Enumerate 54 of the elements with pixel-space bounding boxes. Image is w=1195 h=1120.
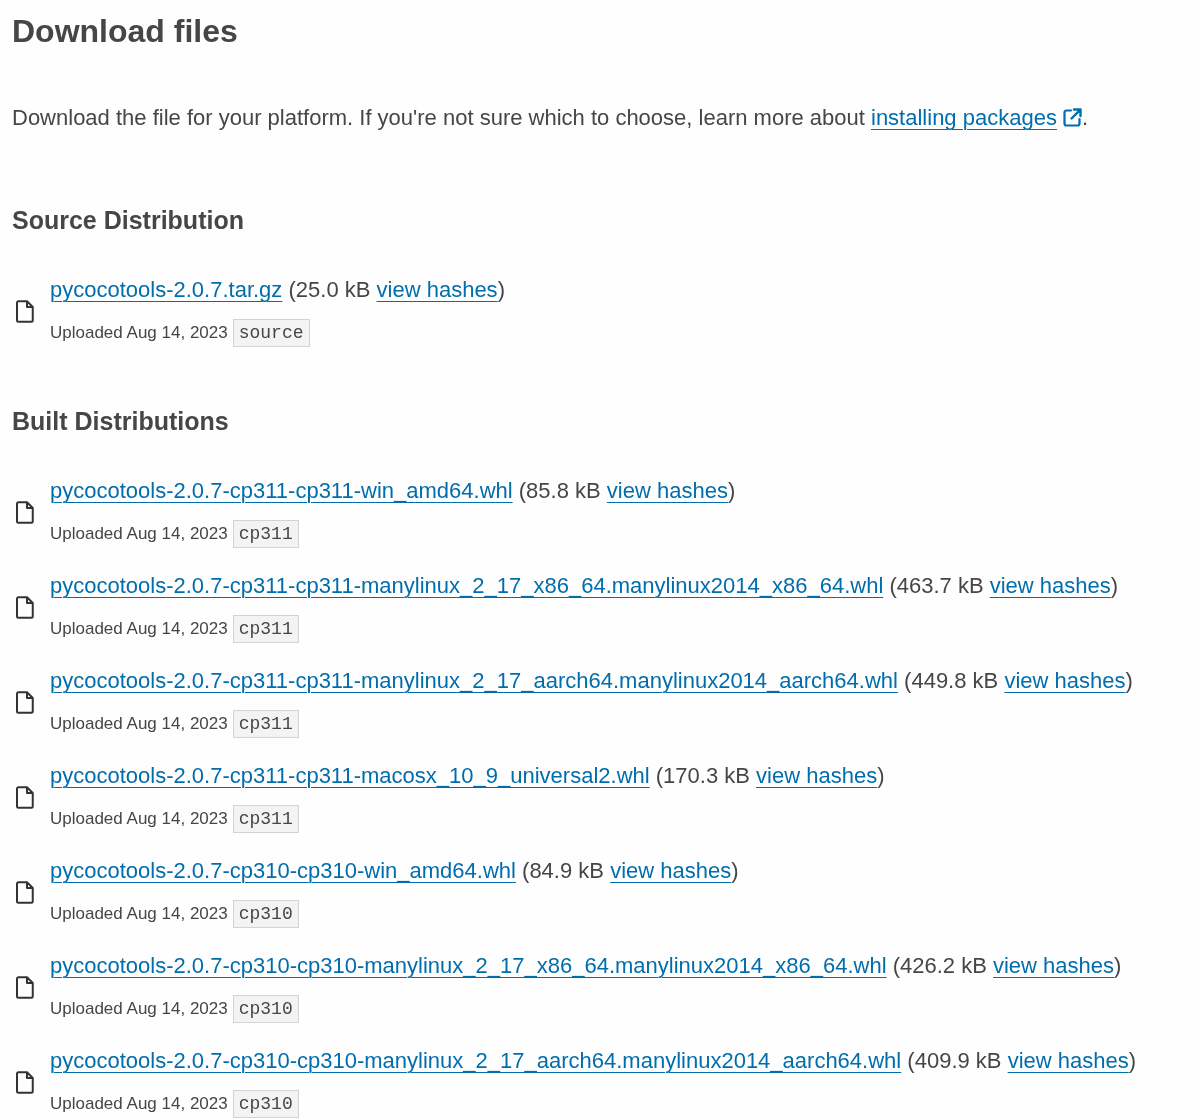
python-tag: source <box>232 319 310 347</box>
view-hashes-link[interactable]: view hashes <box>756 763 878 788</box>
external-link-icon <box>1062 108 1082 127</box>
file-icon <box>16 785 34 809</box>
section-heading: Built Distributions <box>12 406 230 437</box>
python-tag: cp311 <box>232 520 299 548</box>
python-tag: cp311 <box>232 805 299 833</box>
file-line: pycocotools-2.0.7-cp310-cp310-manylinux_2_17_x86_64.manylinux2014_x86_64.whl (426.2 kB view hashes) <box>50 952 1122 980</box>
file-download-link[interactable]: pycocotools-2.0.7-cp311-cp311-manylinux_2_17_x86_64.manylinux2014_x86_64.whl <box>50 573 884 598</box>
file-line: pycocotools-2.0.7-cp310-cp310-manylinux_2_17_aarch64.manylinux2014_aarch64.whl (409.9 kB view hashes) <box>50 1047 1137 1075</box>
file-download-link[interactable]: pycocotools-2.0.7-cp310-cp310-manylinux_2_17_x86_64.manylinux2014_x86_64.whl <box>50 953 887 978</box>
file-line: pycocotools-2.0.7-cp310-cp310-win_amd64.whl (84.9 kB view hashes) <box>50 857 739 885</box>
installing-packages-link[interactable]: installing packages <box>871 105 1082 130</box>
view-hashes-link[interactable]: view hashes <box>989 573 1111 598</box>
file-line: pycocotools-2.0.7-cp311-cp311-macosx_10_9_universal2.whl (170.3 kB view hashes) <box>50 762 885 790</box>
python-tag: cp310 <box>232 900 299 928</box>
file-line: pycocotools-2.0.7.tar.gz (25.0 kB view hashes) <box>50 276 505 304</box>
file-download-link[interactable]: pycocotools-2.0.7-cp310-cp310-manylinux_2_17_aarch64.manylinux2014_aarch64.whl <box>50 1048 902 1073</box>
upload-date: Uploaded Aug 14, 2023 <box>50 322 228 344</box>
file-icon <box>16 595 34 619</box>
file-line: pycocotools-2.0.7-cp311-cp311-win_amd64.whl (85.8 kB view hashes) <box>50 477 736 505</box>
file-icon <box>16 299 34 323</box>
section-heading: Source Distribution <box>12 205 245 236</box>
file-download-link[interactable]: pycocotools-2.0.7-cp311-cp311-win_amd64.whl <box>50 478 513 503</box>
page-heading: Download files <box>12 12 239 51</box>
upload-date: Uploaded Aug 14, 2023 <box>50 713 228 735</box>
intro-text: Download the file for your platform. If you're not sure which to choose, learn more about installing packages . <box>12 104 1090 132</box>
upload-date: Uploaded Aug 14, 2023 <box>50 998 228 1020</box>
file-download-link[interactable]: pycocotools-2.0.7-cp310-cp310-win_amd64.whl <box>50 858 516 883</box>
python-tag: cp310 <box>232 1090 299 1118</box>
file-download-link[interactable]: pycocotools-2.0.7-cp311-cp311-manylinux_2_17_aarch64.manylinux2014_aarch64.whl <box>50 668 898 693</box>
file-download-link[interactable]: pycocotools-2.0.7-cp311-cp311-macosx_10_9_universal2.whl <box>50 763 650 788</box>
view-hashes-link[interactable]: view hashes <box>1004 668 1126 693</box>
view-hashes-link[interactable]: view hashes <box>606 478 728 503</box>
python-tag: cp311 <box>232 615 299 643</box>
file-icon <box>16 975 34 999</box>
python-tag: cp310 <box>232 995 299 1023</box>
file-icon <box>16 1070 34 1094</box>
python-tag: cp311 <box>232 710 299 738</box>
upload-date: Uploaded Aug 14, 2023 <box>50 618 228 640</box>
upload-date: Uploaded Aug 14, 2023 <box>50 1093 228 1115</box>
file-icon <box>16 500 34 524</box>
file-line: pycocotools-2.0.7-cp311-cp311-manylinux_2_17_aarch64.manylinux2014_aarch64.whl (449.8 kB view hashes) <box>50 667 1133 695</box>
view-hashes-link[interactable]: view hashes <box>1007 1048 1129 1073</box>
view-hashes-link[interactable]: view hashes <box>993 953 1115 978</box>
upload-date: Uploaded Aug 14, 2023 <box>50 808 228 830</box>
file-line: pycocotools-2.0.7-cp311-cp311-manylinux_2_17_x86_64.manylinux2014_x86_64.whl (463.7 kB view hashes) <box>50 572 1119 600</box>
upload-date: Uploaded Aug 14, 2023 <box>50 523 228 545</box>
view-hashes-link[interactable]: view hashes <box>610 858 732 883</box>
file-icon <box>16 690 34 714</box>
view-hashes-link[interactable]: view hashes <box>376 277 498 302</box>
upload-date: Uploaded Aug 14, 2023 <box>50 903 228 925</box>
file-icon <box>16 880 34 904</box>
file-download-link[interactable]: pycocotools-2.0.7.tar.gz <box>50 277 283 302</box>
